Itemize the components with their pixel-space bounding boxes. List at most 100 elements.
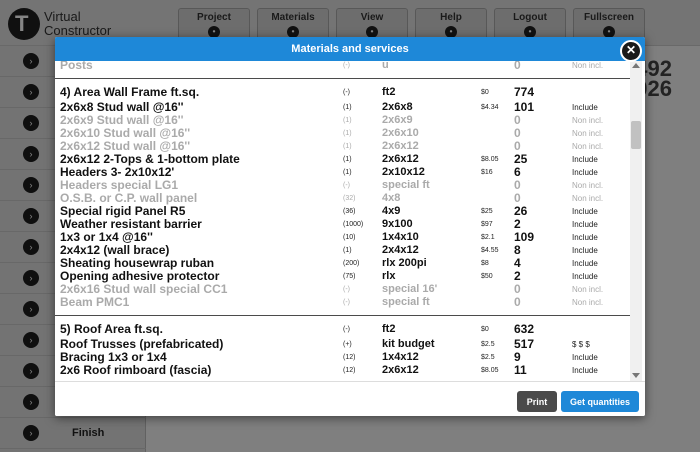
- material-unit-qty: (32): [343, 195, 356, 202]
- material-unit-qty: (1): [343, 169, 352, 176]
- material-unit-qty: (-): [343, 62, 350, 69]
- material-unit-qty: (+): [343, 341, 352, 348]
- material-unit-qty: (1000): [343, 221, 364, 228]
- section-divider: [55, 315, 633, 316]
- material-total: 11: [514, 363, 527, 377]
- material-item: 1x4x10: [382, 231, 419, 243]
- material-total: 632: [514, 322, 535, 336]
- scrollbar[interactable]: [630, 61, 642, 381]
- material-price: $0: [481, 326, 489, 333]
- get-quantities-button[interactable]: Get quantities: [561, 391, 639, 412]
- material-status: Include: [572, 168, 598, 177]
- material-unit-qty: (-): [343, 286, 350, 293]
- material-unit-qty: (-): [343, 89, 350, 96]
- material-item: 2x6x12: [382, 140, 419, 152]
- material-item: ft2: [382, 323, 396, 335]
- material-price: $2.5: [481, 354, 495, 361]
- material-status: Include: [572, 103, 598, 112]
- material-price: $25: [481, 208, 493, 215]
- materials-rows: Posts (-) u 0 Non incl. 4) Area Wall Frame ft…: [55, 61, 633, 377]
- material-price: $8: [481, 260, 489, 267]
- material-unit-qty: (1): [343, 104, 352, 111]
- material-status: Include: [572, 233, 598, 242]
- print-button[interactable]: Print: [517, 391, 557, 412]
- material-name: Posts: [60, 61, 93, 72]
- material-status: Include: [572, 155, 598, 164]
- material-name: 2x6 Roof rimboard (fascia): [60, 363, 212, 377]
- scroll-up-icon[interactable]: [632, 63, 640, 68]
- material-status: Non incl.: [572, 61, 604, 70]
- material-price: $50: [481, 273, 493, 280]
- material-item: rlx: [382, 270, 396, 282]
- material-item: kit budget: [382, 338, 435, 350]
- material-unit-qty: (12): [343, 354, 356, 361]
- material-name: 5) Roof Area ft.sq.: [60, 322, 163, 336]
- material-item: 2x6x8: [382, 101, 413, 113]
- modal-footer: Print Get quantities: [55, 381, 645, 416]
- material-status: $ $ $: [572, 340, 590, 349]
- material-item: ft2: [382, 86, 396, 98]
- material-item: u: [382, 61, 389, 71]
- material-unit-qty: (1): [343, 117, 352, 124]
- modal-header: Materials and services: [55, 37, 645, 61]
- material-item: 2x6x10: [382, 127, 419, 139]
- modal-title: Materials and services: [291, 43, 409, 55]
- material-price: $0: [481, 89, 489, 96]
- material-status: Non incl.: [572, 194, 604, 203]
- material-item: rlx 200pi: [382, 257, 427, 269]
- material-status: Include: [572, 259, 598, 268]
- material-unit-qty: (75): [343, 273, 356, 280]
- material-row[interactable]: Posts (-) u 0 Non incl.: [60, 61, 628, 72]
- material-price: $4.55: [481, 247, 499, 254]
- material-status: Include: [572, 272, 598, 281]
- material-item: 4x8: [382, 192, 401, 204]
- material-item: 4x9: [382, 205, 401, 217]
- scrollbar-thumb[interactable]: [631, 121, 641, 149]
- material-status: Include: [572, 207, 598, 216]
- material-row[interactable]: 2x6 Roof rimboard (fascia) (12) 2x6x12 $8.0…: [60, 364, 628, 377]
- material-item: 2x4x12: [382, 244, 419, 256]
- material-price: $8.05: [481, 367, 499, 374]
- material-item: 2x6x12: [382, 364, 419, 376]
- material-status: Non incl.: [572, 116, 604, 125]
- material-price: $2.5: [481, 341, 495, 348]
- material-unit-qty: (-): [343, 182, 350, 189]
- material-unit-qty: (1): [343, 130, 352, 137]
- material-status: Non incl.: [572, 285, 604, 294]
- material-status: Include: [572, 353, 598, 362]
- material-price: $8.05: [481, 156, 499, 163]
- material-unit-qty: (12): [343, 367, 356, 374]
- material-price: $4.34: [481, 104, 499, 111]
- material-item: special ft: [382, 179, 430, 191]
- material-status: Non incl.: [572, 142, 604, 151]
- material-total: 0: [514, 295, 521, 309]
- material-item: 2x6x9: [382, 114, 413, 126]
- material-total: 0: [514, 61, 521, 72]
- material-status: Non incl.: [572, 129, 604, 138]
- material-name: Beam PMC1: [60, 295, 130, 309]
- section-header-row[interactable]: 4) Area Wall Frame ft.sq. (-) ft2 $0 774: [60, 86, 628, 101]
- material-unit-qty: (1): [343, 156, 352, 163]
- material-item: 2x6x12: [382, 153, 419, 165]
- material-unit-qty: (200): [343, 260, 360, 267]
- material-row[interactable]: Beam PMC1 (-) special ft 0 Non incl.: [60, 296, 628, 309]
- material-unit-qty: (10): [343, 234, 356, 241]
- scroll-down-icon[interactable]: [632, 373, 640, 378]
- materials-list[interactable]: Posts (-) u 0 Non incl. 4) Area Wall Frame ft…: [55, 61, 645, 381]
- material-total: 774: [514, 85, 535, 99]
- material-price: $2.1: [481, 234, 495, 241]
- material-item: 9x100: [382, 218, 413, 230]
- material-unit-qty: (1): [343, 247, 352, 254]
- close-icon[interactable]: ✕: [620, 40, 642, 62]
- material-item: 1x4x12: [382, 351, 419, 363]
- material-status: Include: [572, 220, 598, 229]
- section-divider: [55, 78, 633, 79]
- section-header-row[interactable]: 5) Roof Area ft.sq. (-) ft2 $0 632: [60, 323, 628, 338]
- material-unit-qty: (36): [343, 208, 356, 215]
- materials-modal: Materials and services Posts (-) u 0 Non inc…: [55, 37, 645, 416]
- material-status: Non incl.: [572, 181, 604, 190]
- material-price: $16: [481, 169, 493, 176]
- material-unit-qty: (-): [343, 299, 350, 306]
- material-row[interactable]: 2x6x16 Stud wall special CC1 (-) special 1…: [60, 283, 628, 296]
- material-price: $97: [481, 221, 493, 228]
